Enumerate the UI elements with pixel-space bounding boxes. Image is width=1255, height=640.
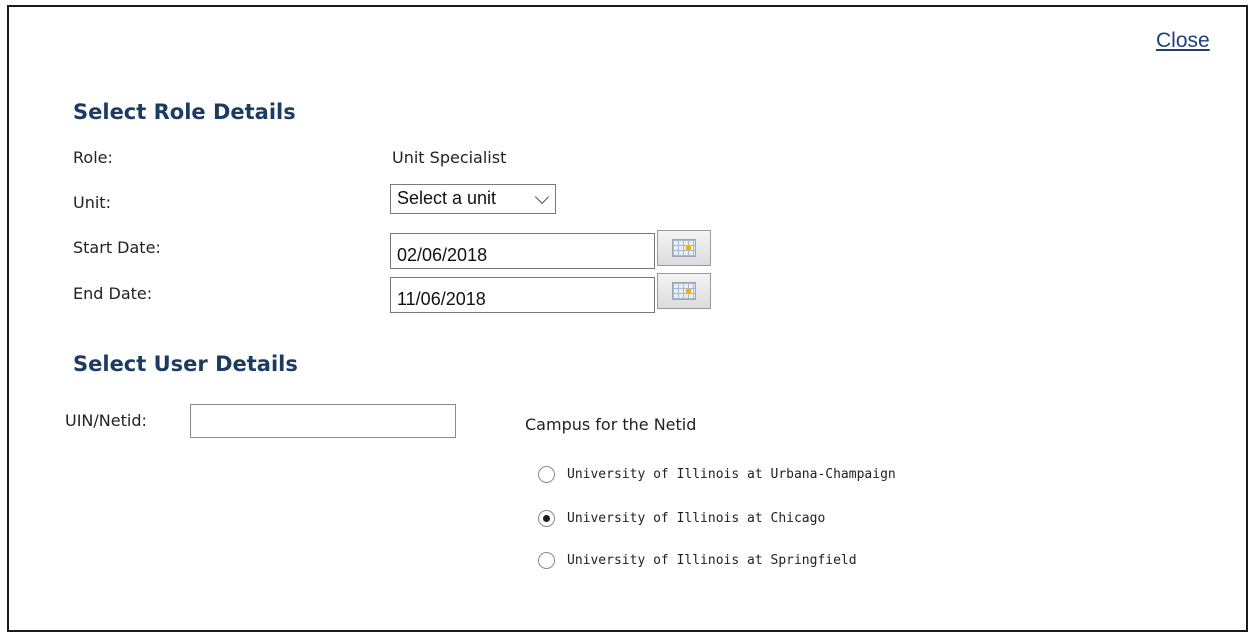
calendar-icon bbox=[672, 282, 696, 300]
start-date-input[interactable] bbox=[390, 233, 655, 269]
end-date-label: End Date: bbox=[73, 284, 153, 303]
campus-option-urbana-champaign[interactable]: University of Illinois at Urbana-Champai… bbox=[538, 463, 896, 485]
role-value: Unit Specialist bbox=[392, 148, 507, 167]
campus-option-springfield[interactable]: University of Illinois at Springfield bbox=[538, 549, 857, 571]
unit-select[interactable]: Select a unit bbox=[390, 184, 556, 214]
user-section-title: Select User Details bbox=[73, 352, 298, 376]
campus-label: Campus for the Netid bbox=[525, 415, 697, 434]
calendar-icon bbox=[672, 239, 696, 257]
campus-option-label: University of Illinois at Springfield bbox=[567, 552, 857, 568]
start-date-label: Start Date: bbox=[73, 238, 161, 257]
start-date-calendar-button[interactable] bbox=[657, 230, 711, 266]
radio-button[interactable] bbox=[538, 465, 555, 483]
campus-option-label: University of Illinois at Chicago bbox=[567, 510, 826, 526]
close-link[interactable]: Close bbox=[1156, 29, 1210, 53]
select-role-dialog: Close Select Role Details Role: Unit Spe… bbox=[7, 5, 1248, 632]
uin-label: UIN/Netid: bbox=[65, 411, 147, 430]
radio-button-checked[interactable] bbox=[538, 509, 555, 527]
role-label: Role: bbox=[73, 148, 113, 167]
end-date-calendar-button[interactable] bbox=[657, 273, 711, 309]
uin-netid-input[interactable] bbox=[190, 404, 456, 438]
campus-option-chicago[interactable]: University of Illinois at Chicago bbox=[538, 507, 825, 529]
unit-select-value: Select a unit bbox=[397, 188, 497, 208]
end-date-input[interactable] bbox=[390, 277, 655, 313]
radio-button[interactable] bbox=[538, 551, 555, 569]
unit-label: Unit: bbox=[73, 193, 111, 212]
chevron-down-icon bbox=[534, 189, 550, 205]
role-section-title: Select Role Details bbox=[73, 100, 296, 124]
campus-option-label: University of Illinois at Urbana-Champai… bbox=[567, 466, 896, 482]
